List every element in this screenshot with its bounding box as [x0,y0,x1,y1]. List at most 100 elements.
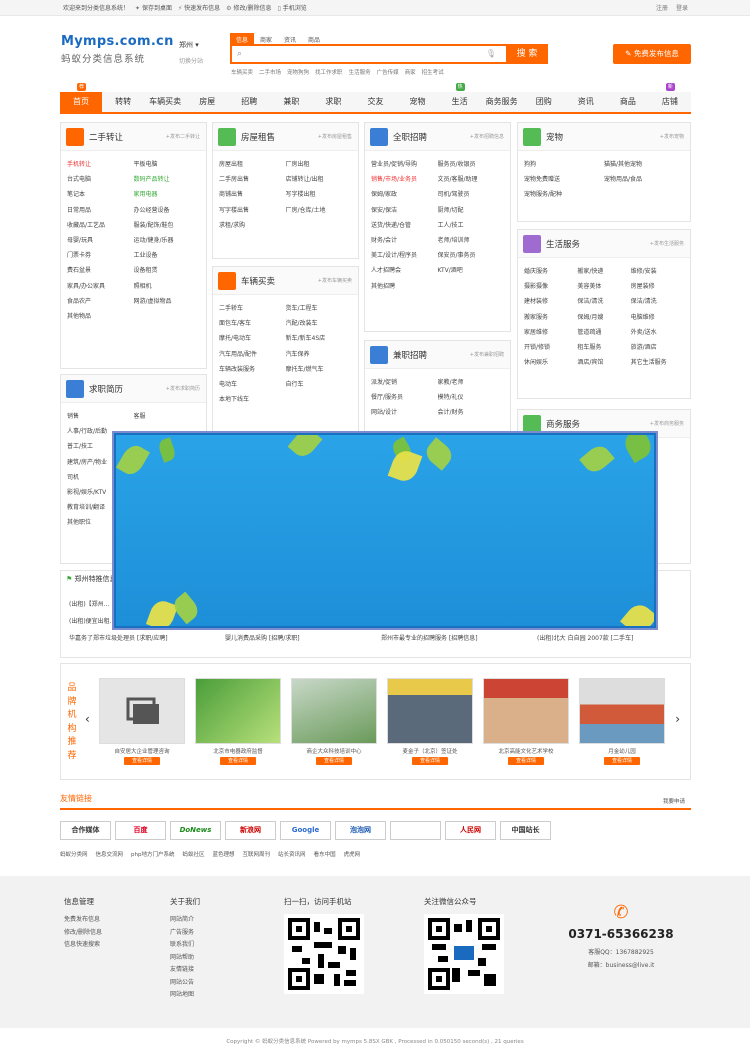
category-link[interactable]: 美容美体 [577,281,630,292]
category-link[interactable]: 母婴/玩具 [67,235,134,246]
category-link[interactable]: 营业员/促销/导购 [371,159,438,170]
category-link[interactable]: 手机转让 [67,159,134,170]
category-link[interactable]: 狗狗 [524,159,604,170]
category-link[interactable]: 家居维修 [524,327,577,338]
category-link[interactable]: 设备租赁 [134,265,201,276]
category-link[interactable]: 送货/快递/仓管 [371,220,438,231]
footer-link[interactable]: 友情链接 [170,964,200,977]
link-logo[interactable]: 泡泡网 [335,821,386,840]
edit-post-link[interactable]: ⚙ 修改/删除信息 [226,3,271,12]
category-link[interactable]: 文员/客服/助理 [438,174,505,185]
category-link[interactable]: 家教/老师 [438,377,505,388]
category-link[interactable]: 其他招聘 [371,281,438,292]
login-link[interactable]: 登录 [676,3,688,12]
category-link[interactable]: 求租/求购 [219,220,286,231]
category-link[interactable]: 搬家服务 [524,312,577,323]
brand-item[interactable]: 北京高能文化艺术学校 查看详情 [483,678,569,765]
category-link[interactable]: 人才招聘会 [371,265,438,276]
text-link[interactable]: php地方门户系统 [131,850,174,858]
category-link[interactable]: 管道疏通 [577,327,630,338]
post-link[interactable]: +发布生活服务 [650,240,684,247]
category-link[interactable]: 写字楼出售 [219,205,286,216]
category-link[interactable]: 客服 [134,411,201,422]
nav-item[interactable]: 团购 [523,92,565,112]
link-logo[interactable]: DoNews [170,821,221,840]
category-link[interactable]: 摩托车/燃气车 [286,364,353,375]
text-link[interactable]: 虎虎网 [344,850,361,858]
link-logo[interactable]: 新浪网 [225,821,276,840]
category-link[interactable]: 商铺出售 [219,189,286,200]
category-link[interactable]: 保洁/清洗 [631,296,684,307]
post-link[interactable]: +发布兼职招聘 [470,351,504,358]
category-link[interactable]: 收藏品/工艺品 [67,220,134,231]
site-logo[interactable]: Mymps.com.cn 蚂蚁分类信息系统 [61,34,174,65]
category-link[interactable]: 保洁/清洗 [577,296,630,307]
category-link[interactable]: 货车/工程车 [286,303,353,314]
category-link[interactable]: 本地下线车 [219,394,286,405]
link-logo[interactable] [390,821,441,840]
nav-item[interactable]: 商务服务 [481,92,523,112]
category-link[interactable]: 工业设备 [134,250,201,261]
hot-keyword[interactable]: 广告传媒 [377,68,399,76]
category-link[interactable]: 门票卡券 [67,250,134,261]
category-link[interactable]: 办公经营设备 [134,205,201,216]
post-link[interactable]: +发布房屋租售 [318,133,352,140]
category-link[interactable]: 餐厅/服务员 [371,392,438,403]
nav-home[interactable]: 荐首页 [60,83,103,112]
category-link[interactable]: 保安员/事务员 [438,250,505,261]
category-link[interactable]: 派发/促销 [371,377,438,388]
category-link[interactable]: 旅游/酒店 [631,342,684,353]
category-link[interactable]: 电动车 [219,379,286,390]
footer-link[interactable]: 网站地图 [170,989,200,1002]
nav-item[interactable]: 求职 [312,92,354,112]
post-link[interactable]: +发布二手转让 [166,133,200,140]
chevron-left-icon[interactable]: ‹ [85,712,90,726]
nav-item[interactable]: 资讯 [565,92,607,112]
category-link[interactable]: 家具/办公家具 [67,281,134,292]
hot-keyword[interactable]: 找工作求职 [315,68,343,76]
nav-item[interactable]: 商品 [607,92,649,112]
footer-link[interactable]: 广告服务 [170,927,200,940]
category-link[interactable]: 家用电器 [134,189,201,200]
category-link[interactable]: 网站/设计 [371,407,438,418]
category-link[interactable]: 宠物服务/配种 [524,189,604,200]
news-item[interactable]: 婴儿消费品采购 [招聘/求职] [225,633,381,642]
nav-item-life[interactable]: 热生活 [439,83,481,112]
search-button[interactable]: 搜 索 [506,44,548,64]
category-link[interactable]: 食品农产 [67,296,134,307]
category-link[interactable]: 租车服务 [577,342,630,353]
category-link[interactable]: 服装/配饰/鞋包 [134,220,201,231]
brand-item[interactable]: 月金幼儿园 查看详情 [579,678,665,765]
news-item[interactable]: 华嘉务了郑市垃圾处理员 [求职/应聘] [69,633,225,642]
view-detail-button[interactable]: 查看详情 [124,757,160,765]
free-post-button[interactable]: ✎ 免费发布信息 [613,44,691,64]
link-logo[interactable]: 中国站长 [500,821,551,840]
category-link[interactable]: 会计/财务 [438,407,505,418]
footer-link[interactable]: 网站简介 [170,914,200,927]
category-link[interactable]: 店铺转让/出租 [286,174,353,185]
link-logo[interactable]: 百度 [115,821,166,840]
category-link[interactable]: 摩托/电动车 [219,333,286,344]
category-link[interactable]: 平板电脑 [134,159,201,170]
post-link[interactable]: +发布商务服务 [650,420,684,427]
category-link[interactable]: 保安/保洁 [371,205,438,216]
view-detail-button[interactable]: 查看详情 [508,757,544,765]
category-link[interactable]: 厨师/切配 [438,205,505,216]
category-link[interactable]: 房屋装修 [631,281,684,292]
category-link[interactable]: 网游/虚拟物品 [134,296,201,307]
category-link[interactable]: 厂房出租 [286,159,353,170]
category-link[interactable]: 摄影摄像 [524,281,577,292]
category-link[interactable]: 酒店/宾馆 [577,357,630,368]
post-link[interactable]: +发布车辆买卖 [318,277,352,284]
category-link[interactable]: 台式电脑 [67,174,134,185]
footer-link[interactable]: 信息快速搜索 [64,939,102,952]
category-link[interactable]: KTV/酒吧 [438,265,505,276]
register-link[interactable]: 注册 [656,3,668,12]
view-detail-button[interactable]: 查看详情 [316,757,352,765]
nav-item-shop[interactable]: 新店铺 [649,83,691,112]
category-link[interactable]: 销售 [67,411,134,422]
category-link[interactable]: 销售/市场/业务员 [371,174,438,185]
category-link[interactable]: 模特/礼仪 [438,392,505,403]
search-input[interactable]: ⌕ 🎙 搜 索 [230,44,548,64]
city-selector[interactable]: 郑州 ▾ 切换分站 [179,40,203,65]
